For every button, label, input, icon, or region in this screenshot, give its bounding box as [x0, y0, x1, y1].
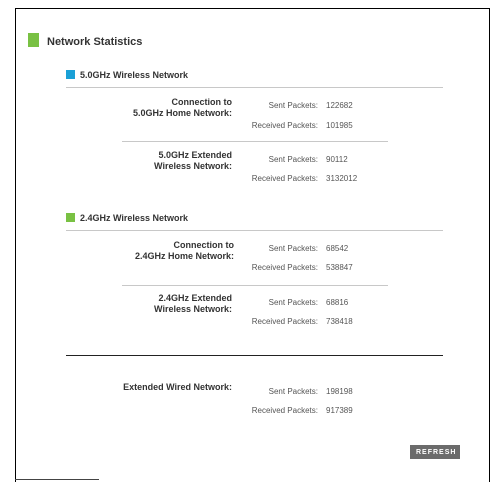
extended-network-label: 2.4GHz Extended Wireless Network:	[62, 293, 232, 315]
sub-divider	[122, 285, 388, 286]
received-packets-value: 3132012	[326, 174, 358, 183]
section-5ghz-marker-icon	[66, 70, 75, 79]
label-line2: 5.0GHz Home Network:	[132, 108, 232, 118]
section-divider	[66, 87, 443, 88]
sent-packets-value: 68542	[326, 244, 349, 253]
label-line2: Wireless Network:	[154, 304, 232, 314]
sent-packets-value: 198198	[326, 387, 353, 396]
sent-packets-value: 122682	[326, 101, 353, 110]
section-24ghz-title: 2.4GHz Wireless Network	[80, 213, 188, 223]
received-packets-label: Received Packets:	[251, 317, 318, 326]
received-packets-value: 738418	[326, 317, 353, 326]
received-packets-label: Received Packets:	[251, 406, 318, 415]
label-line2: 2.4GHz Home Network:	[134, 251, 234, 261]
sent-packets-label: Sent Packets:	[268, 155, 318, 164]
label-line1: 2.4GHz Extended	[158, 293, 232, 303]
sub-divider	[122, 141, 388, 142]
label-line1: Connection to	[173, 240, 235, 250]
section-5ghz-title: 5.0GHz Wireless Network	[80, 70, 188, 80]
sent-packets-label: Sent Packets:	[268, 387, 318, 396]
extended-network-label: 5.0GHz Extended Wireless Network:	[62, 150, 232, 172]
sent-packets-value: 68816	[326, 298, 349, 307]
received-packets-value: 101985	[326, 121, 353, 130]
label-line1: Connection to	[171, 97, 233, 107]
label-line1: 5.0GHz Extended	[158, 150, 232, 160]
section-24ghz-marker-icon	[66, 213, 75, 222]
section-divider	[66, 230, 443, 231]
wired-network-label: Extended Wired Network:	[123, 382, 232, 392]
received-packets-value: 917389	[326, 406, 353, 415]
label-line2: Wireless Network:	[154, 161, 232, 171]
received-packets-label: Received Packets:	[251, 263, 318, 272]
received-packets-label: Received Packets:	[251, 121, 318, 130]
refresh-button[interactable]: REFRESH	[410, 445, 460, 459]
divider	[15, 479, 99, 480]
sent-packets-value: 90112	[326, 155, 348, 164]
page-title: Network Statistics	[47, 36, 143, 48]
sent-packets-label: Sent Packets:	[268, 244, 318, 253]
section-divider	[66, 355, 443, 356]
home-network-label: Connection to 5.0GHz Home Network:	[62, 97, 232, 119]
sent-packets-label: Sent Packets:	[268, 298, 318, 307]
home-network-label: Connection to 2.4GHz Home Network:	[64, 240, 234, 262]
received-packets-label: Received Packets:	[251, 174, 318, 183]
page-title-marker-icon	[28, 33, 39, 47]
received-packets-value: 538847	[326, 263, 353, 272]
sent-packets-label: Sent Packets:	[268, 101, 318, 110]
